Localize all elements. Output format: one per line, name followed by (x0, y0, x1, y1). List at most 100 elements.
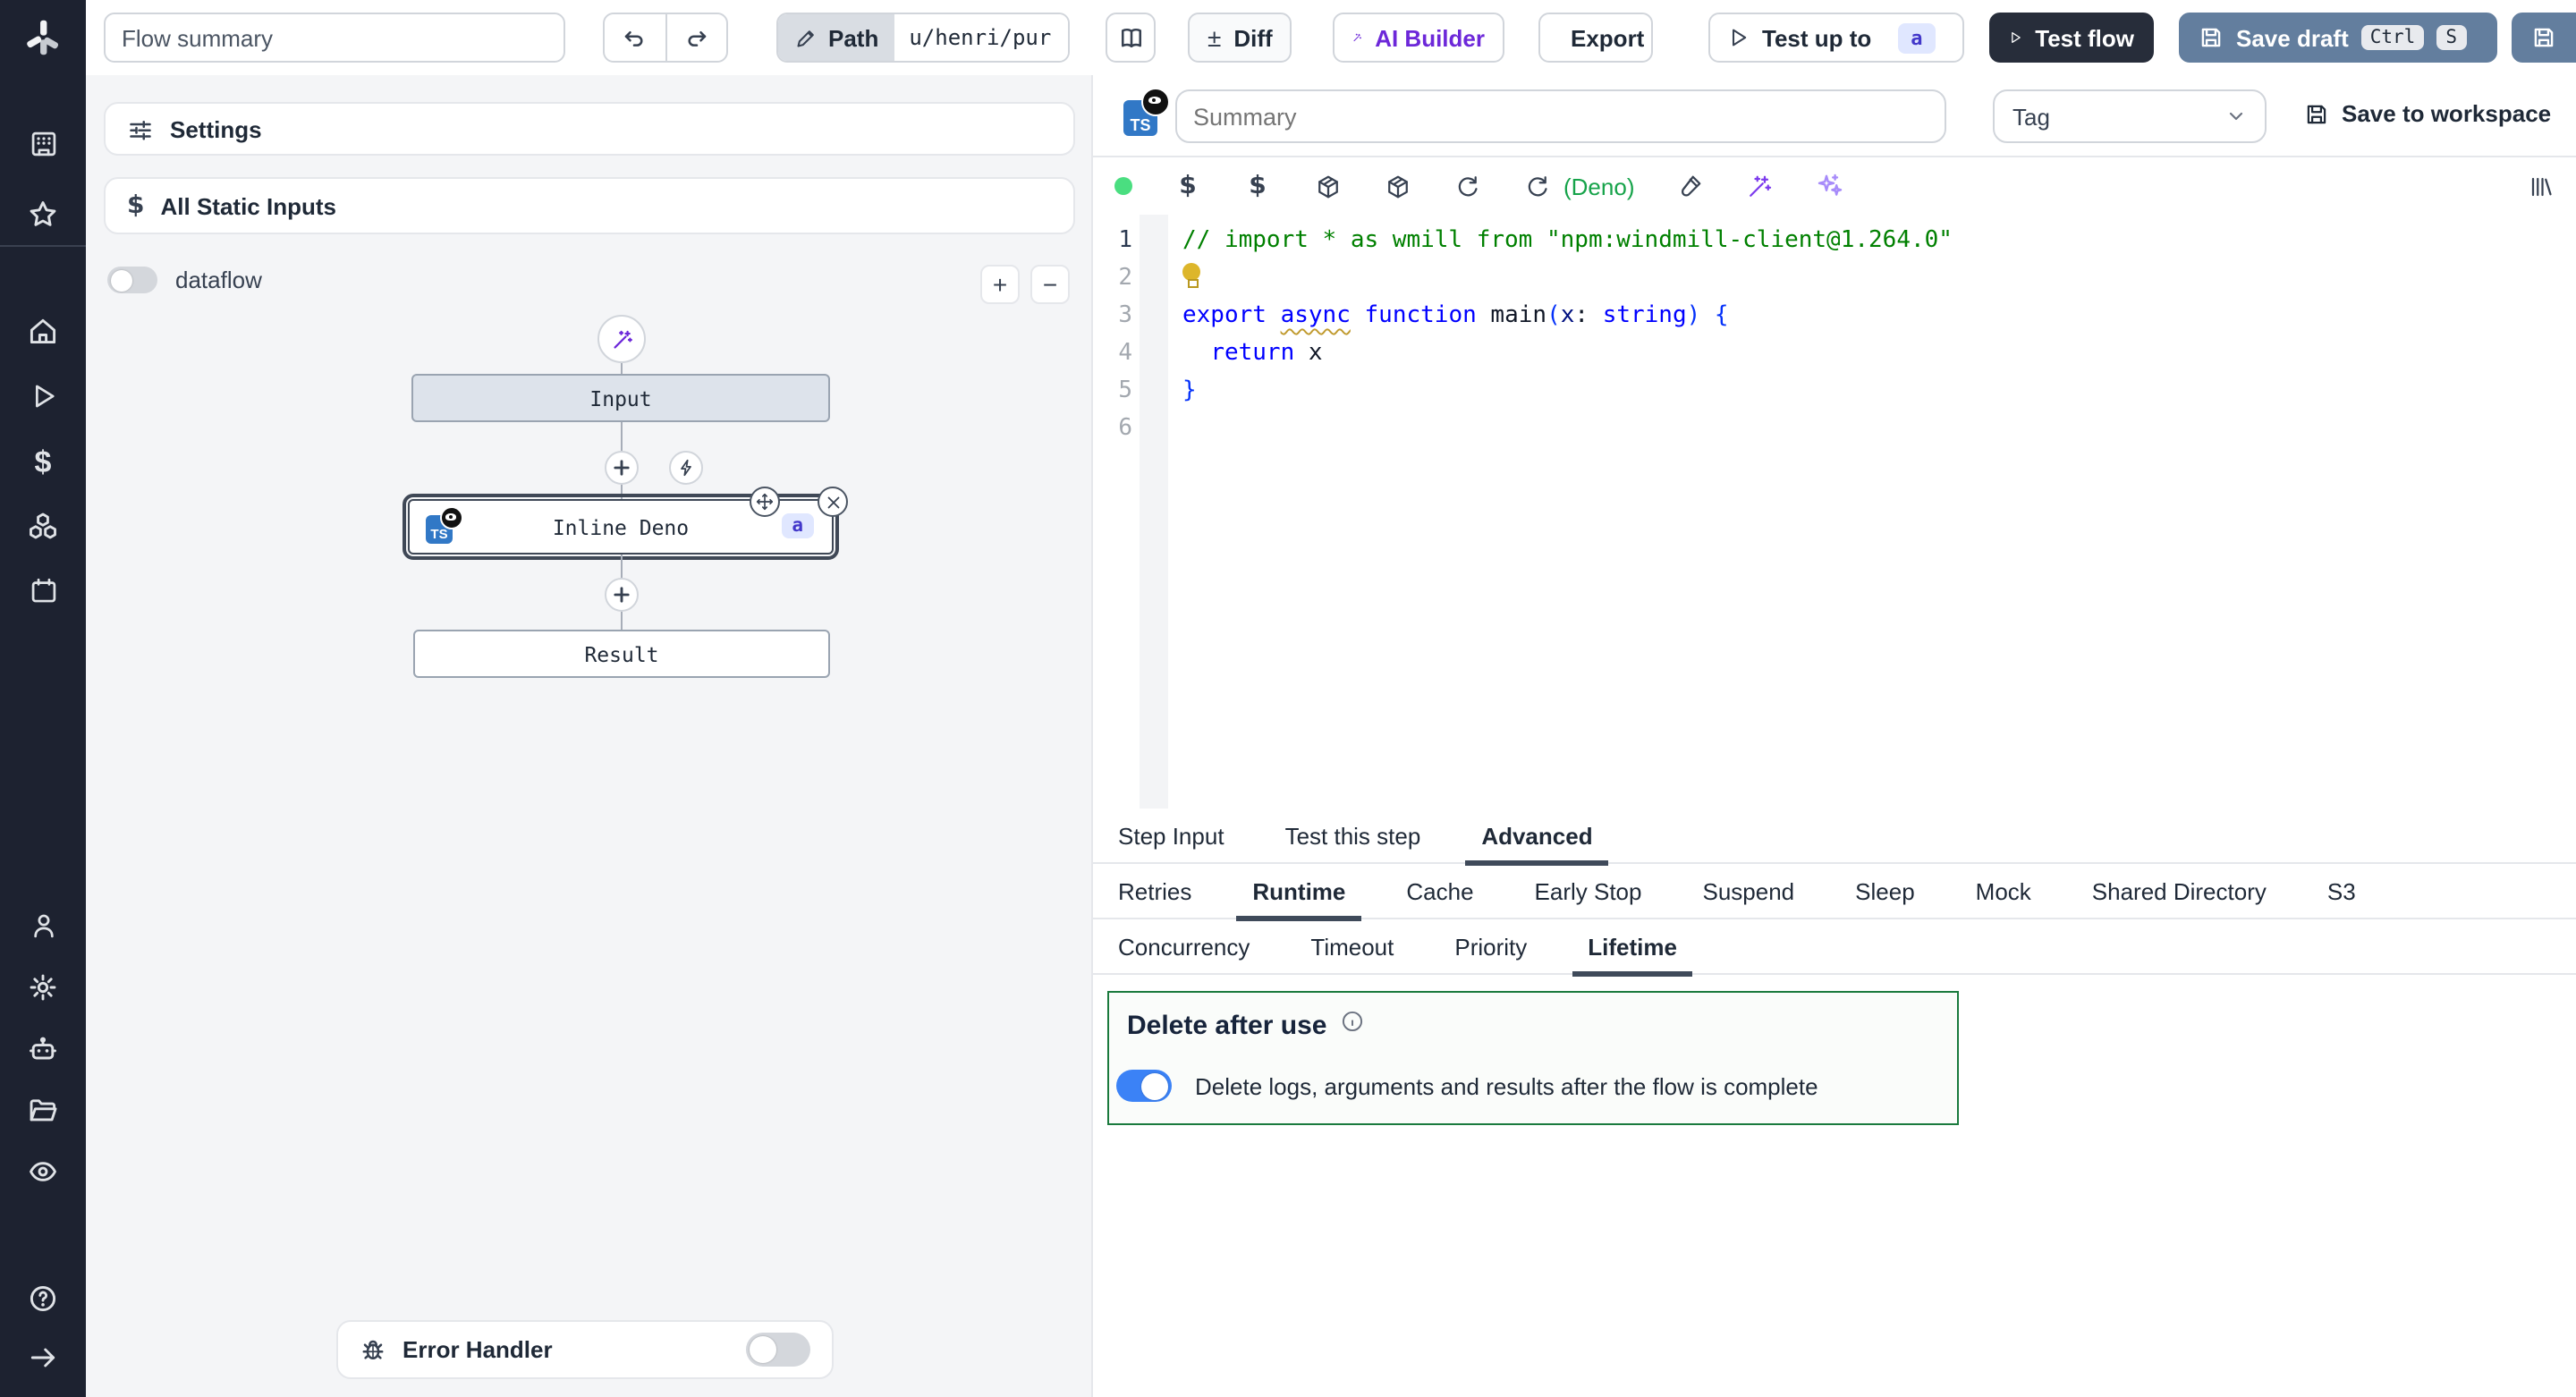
package-icon[interactable] (1313, 172, 1342, 200)
code-token: async (1281, 302, 1351, 329)
refresh-icon[interactable] (1453, 172, 1481, 200)
step-summary-input[interactable] (1175, 89, 1946, 143)
windmill-logo[interactable] (21, 16, 64, 59)
tab-lifetime[interactable]: Lifetime (1584, 919, 1681, 974)
tag-select[interactable]: Tag (1993, 89, 2267, 143)
save-draft-button[interactable]: Save draft Ctrl S (2179, 13, 2497, 63)
ts-badge-text: TS (1130, 116, 1150, 134)
info-icon[interactable] (1339, 1009, 1364, 1041)
diff-button[interactable]: ± Diff (1188, 13, 1292, 63)
code-line[interactable]: return x (1182, 334, 2576, 372)
package-icon-2[interactable] (1383, 172, 1411, 200)
help-icon[interactable] (21, 1277, 64, 1320)
close-icon (824, 493, 842, 511)
path-value[interactable]: u/henri/pur (894, 13, 1068, 63)
redo-icon (683, 24, 710, 51)
redo-button[interactable] (666, 24, 726, 51)
lightbulb-icon[interactable] (1182, 263, 1202, 288)
zoom-in-button[interactable]: + (980, 265, 1020, 304)
save-to-workspace-label: Save to workspace (2342, 100, 2551, 127)
workspace-icon[interactable] (21, 122, 64, 165)
plus-icon (612, 458, 631, 478)
runs-icon[interactable] (21, 374, 64, 417)
insert-variable-icon[interactable]: $ (1174, 172, 1202, 200)
tab-s3[interactable]: S3 (2324, 863, 2360, 919)
ai-builder-label: AI Builder (1375, 24, 1485, 51)
collapse-arrow-icon[interactable] (21, 1336, 64, 1379)
code-editor[interactable]: 123456 // import * as wmill from "npm:wi… (1093, 215, 2576, 809)
resources-icon[interactable] (21, 504, 64, 547)
export-button[interactable]: Export (1538, 13, 1653, 63)
tab-suspend[interactable]: Suspend (1699, 863, 1799, 919)
ai-flow-wand-button[interactable] (597, 315, 646, 363)
insert-step-button-2[interactable] (605, 578, 639, 612)
code-line[interactable]: // import * as wmill from "npm:windmill-… (1182, 222, 2576, 259)
tab-concurrency[interactable]: Concurrency (1114, 919, 1253, 974)
tab-sleep[interactable]: Sleep (1852, 863, 1919, 919)
error-handler-toggle[interactable] (746, 1333, 810, 1367)
tab-runtime[interactable]: Runtime (1249, 863, 1349, 919)
home-icon[interactable] (21, 309, 64, 352)
insert-resource-icon[interactable]: $ (1243, 172, 1272, 200)
folders-icon[interactable] (21, 1089, 64, 1132)
zoom-out-button[interactable]: − (1030, 265, 1070, 304)
tab-advanced[interactable]: Advanced (1478, 808, 1596, 863)
path-button[interactable]: Path (778, 13, 894, 63)
tab-test-this-step[interactable]: Test this step (1282, 808, 1425, 863)
workers-robot-icon[interactable] (21, 1029, 64, 1071)
undo-button[interactable] (605, 24, 665, 51)
test-up-to-button[interactable]: Test up to a (1708, 13, 1964, 63)
save-to-workspace-button[interactable]: Save to workspace (2304, 100, 2551, 127)
schedules-icon[interactable] (21, 569, 64, 612)
book-icon (1117, 24, 1144, 51)
result-node[interactable]: Result (413, 630, 830, 678)
insert-step-button[interactable] (605, 451, 639, 485)
insert-trigger-button[interactable] (669, 451, 703, 485)
deploy-button[interactable] (2512, 13, 2576, 63)
library-icon[interactable] (2526, 172, 2555, 200)
delete-step-button[interactable] (818, 487, 848, 517)
user-icon[interactable] (21, 903, 64, 946)
code-lines[interactable]: // import * as wmill from "npm:windmill-… (1168, 215, 2576, 809)
reload-language-icon[interactable] (1522, 172, 1551, 200)
delete-after-use-label: Delete after use (1127, 1010, 1326, 1040)
code-line[interactable] (1182, 259, 2576, 297)
audit-eye-icon[interactable] (21, 1150, 64, 1193)
tab-timeout[interactable]: Timeout (1307, 919, 1397, 974)
settings-gear-icon[interactable] (21, 966, 64, 1009)
docs-button[interactable] (1106, 13, 1156, 63)
language-label: (Deno) (1563, 173, 1635, 199)
ai-wand-icon[interactable] (1746, 172, 1775, 200)
tab-shared-directory[interactable]: Shared Directory (2089, 863, 2270, 919)
all-static-inputs-button[interactable]: $ All Static Inputs (104, 177, 1075, 234)
code-token: : (1574, 302, 1602, 329)
error-handler-bar[interactable]: Error Handler (336, 1320, 834, 1379)
tab-priority[interactable]: Priority (1451, 919, 1530, 974)
play-icon-white (2009, 27, 2022, 48)
code-line[interactable]: export async function main(x: string) { (1182, 297, 2576, 334)
move-step-button[interactable] (750, 487, 780, 517)
tab-early-stop[interactable]: Early Stop (1531, 863, 1646, 919)
code-token: x (1561, 302, 1575, 329)
pencil-icon (794, 26, 818, 49)
tab-step-input[interactable]: Step Input (1114, 808, 1228, 863)
ai-sparkles-icon[interactable] (1816, 172, 1844, 200)
dataflow-toggle[interactable] (107, 267, 157, 293)
code-token: } (1182, 377, 1197, 404)
favorites-star-icon[interactable] (21, 193, 64, 236)
flow-summary-input[interactable] (104, 13, 565, 63)
input-node[interactable]: Input (411, 374, 830, 422)
tab-cache[interactable]: Cache (1402, 863, 1477, 919)
test-up-to-step-badge[interactable]: a (1898, 22, 1935, 53)
format-brush-icon[interactable] (1676, 172, 1705, 200)
code-line[interactable] (1182, 410, 2576, 447)
code-token: return (1210, 340, 1294, 367)
ai-builder-button[interactable]: AI Builder (1333, 13, 1504, 63)
code-line[interactable]: } (1182, 372, 2576, 410)
delete-after-use-toggle[interactable] (1116, 1070, 1172, 1102)
tab-retries[interactable]: Retries (1114, 863, 1195, 919)
variables-icon[interactable]: $ (21, 440, 64, 483)
flow-settings-button[interactable]: Settings (104, 102, 1075, 156)
tab-mock[interactable]: Mock (1972, 863, 2035, 919)
test-flow-button[interactable]: Test flow (1989, 13, 2154, 63)
